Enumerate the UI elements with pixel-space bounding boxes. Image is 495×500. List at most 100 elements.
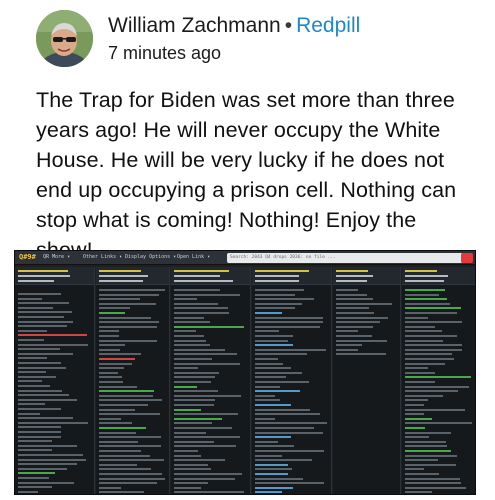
screenshot-text-line	[99, 413, 160, 416]
screenshot-text-line	[405, 321, 462, 324]
screenshot-header-line	[336, 275, 373, 277]
screenshot-text-line	[18, 467, 67, 470]
screenshot-text-line	[174, 422, 212, 425]
screenshot-text-line	[174, 348, 225, 351]
screenshot-text-line	[336, 321, 380, 324]
screenshot-text-line	[99, 385, 137, 388]
screenshot-text-line	[174, 477, 235, 480]
screenshot-text-line	[174, 312, 229, 314]
screenshot-text-line	[255, 440, 278, 443]
screenshot-text-line	[405, 491, 432, 494]
screenshot-text-line	[405, 385, 469, 388]
screenshot-text-line	[336, 330, 358, 333]
screenshot-text-line	[99, 477, 165, 480]
attached-screenshot[interactable]: Q#9# QR More ▾ Other Links ▾ Display Opt…	[14, 250, 476, 495]
screenshot-text-line	[255, 358, 278, 360]
screenshot-header-line	[255, 280, 299, 282]
screenshot-text-line	[336, 289, 358, 291]
screenshot-text-line	[336, 348, 358, 351]
screenshot-text-line	[99, 321, 159, 324]
screenshot-text-line	[405, 394, 443, 397]
screenshot-column	[96, 267, 170, 494]
screenshot-text-line	[174, 463, 208, 466]
screenshot-text-line	[99, 362, 132, 365]
screenshot-text-line	[18, 463, 77, 466]
screenshot-text-line	[174, 353, 237, 356]
screenshot-text-line	[174, 307, 228, 310]
screenshot-text-line	[336, 307, 369, 310]
screenshot-text-line	[405, 450, 451, 452]
screenshot-text-line	[99, 431, 136, 434]
screenshot-text-line	[99, 473, 162, 475]
screenshot-text-line	[405, 298, 447, 301]
screenshot-text-line	[174, 325, 244, 328]
screenshot-text-line	[99, 404, 148, 406]
screenshot-text-line	[174, 445, 236, 448]
screenshot-text-line	[336, 344, 362, 347]
screenshot-text-line	[255, 477, 303, 480]
group-link[interactable]: Redpill	[296, 14, 360, 37]
screenshot-text-line	[99, 468, 151, 471]
screenshot-text-line	[255, 390, 300, 393]
screenshot-text-line	[99, 482, 157, 485]
screenshot-text-line	[174, 339, 206, 342]
screenshot-text-line	[255, 463, 288, 466]
screenshot-text-line	[255, 473, 288, 475]
screenshot-text-line	[99, 376, 122, 379]
screenshot-text-line	[99, 381, 123, 383]
screenshot-text-line	[174, 417, 222, 420]
screenshot-text-line	[18, 311, 72, 314]
screenshot-text-line	[255, 408, 310, 411]
screenshot-header-line	[99, 270, 141, 272]
screenshot-text-line	[18, 380, 42, 383]
screenshot-text-line	[255, 302, 302, 305]
screenshot-text-line	[174, 321, 210, 324]
screenshot-text-line	[18, 362, 61, 364]
screenshot-text-line	[405, 302, 450, 305]
screenshot-text-line	[99, 358, 135, 360]
author-name[interactable]: William Zachmann	[108, 14, 281, 37]
screenshot-text-line	[255, 385, 280, 388]
screenshot-text-line	[18, 329, 47, 332]
screenshot-text-line	[405, 367, 428, 370]
screenshot-text-line	[405, 445, 447, 448]
author-avatar[interactable]	[36, 10, 93, 67]
screenshot-text-line	[255, 339, 288, 342]
screenshot-column	[252, 267, 332, 494]
screenshot-text-line	[18, 348, 60, 351]
screenshot-text-line	[174, 473, 242, 475]
screenshot-text-line	[336, 312, 374, 314]
screenshot-text-line	[18, 297, 42, 300]
screenshot-text-line	[405, 436, 429, 439]
screenshot-text-line	[99, 454, 150, 457]
screenshot-text-line	[99, 344, 125, 347]
screenshot-text-line	[99, 293, 159, 296]
screenshot-text-line	[255, 450, 324, 452]
screenshot-text-line	[18, 444, 77, 447]
screenshot-text-line	[18, 302, 69, 305]
screenshot-text-line	[99, 353, 141, 356]
screenshot-text-line	[405, 307, 461, 310]
screenshot-text-line	[255, 431, 323, 434]
screenshot-text-line	[99, 335, 119, 337]
screenshot-text-line	[18, 316, 64, 318]
screenshot-text-line	[18, 293, 61, 295]
screenshot-text-line	[18, 435, 61, 438]
screenshot-header-line	[255, 270, 309, 272]
screenshot-text-line	[174, 362, 240, 365]
screenshot-text-line	[18, 343, 88, 346]
screenshot-menu-item: Display Options ▾	[125, 254, 177, 260]
screenshot-text-line	[255, 459, 312, 462]
screenshot-text-line	[99, 371, 118, 374]
screenshot-text-line	[18, 371, 46, 374]
screenshot-text-line	[18, 472, 55, 475]
screenshot-text-line	[405, 431, 451, 434]
screenshot-header-line	[18, 275, 70, 277]
screenshot-logo: Q#9#	[19, 253, 36, 261]
screenshot-text-line	[174, 491, 244, 494]
screenshot-menu-item: Open Link ▾	[177, 254, 211, 260]
screenshot-text-line	[405, 473, 439, 475]
screenshot-text-line	[255, 321, 323, 324]
screenshot-text-line	[174, 427, 232, 429]
screenshot-text-line	[99, 486, 121, 489]
